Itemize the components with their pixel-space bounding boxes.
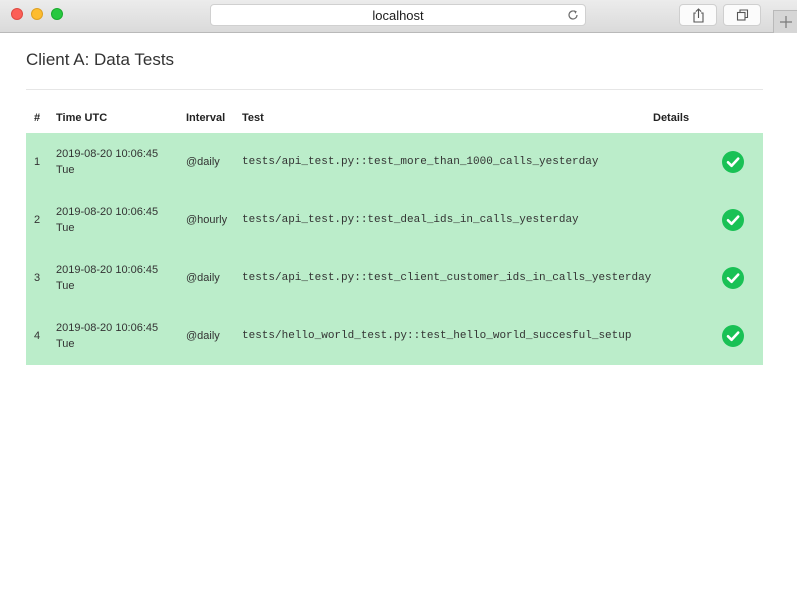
header-details: Details — [653, 112, 690, 124]
table-row: 4 2019-08-20 10:06:45 Tue @daily tests/h… — [26, 307, 763, 365]
tests-table: # Time UTC Interval Test Details 1 2019-… — [26, 103, 763, 365]
browser-toolbar: localhost — [0, 0, 797, 33]
page-title: Client A: Data Tests — [26, 50, 175, 69]
address-bar[interactable]: localhost — [210, 4, 586, 26]
row-number: 4 — [34, 330, 41, 342]
row-date: 2019-08-20 10:06:45 — [56, 322, 159, 334]
row-day: Tue — [56, 338, 75, 350]
row-interval: @daily — [186, 272, 220, 284]
row-test: tests/api_test.py::test_more_than_1000_c… — [242, 156, 599, 168]
divider — [26, 89, 763, 90]
row-number: 3 — [34, 272, 41, 284]
row-time: 2019-08-20 10:06:45 Tue — [56, 307, 186, 365]
row-details — [653, 191, 711, 249]
row-day: Tue — [56, 280, 75, 292]
tabs-icon — [736, 9, 749, 21]
table-header-row: # Time UTC Interval Test Details — [26, 103, 763, 133]
header-status — [711, 103, 763, 133]
header-time: Time UTC — [56, 112, 108, 124]
plus-icon — [780, 16, 792, 28]
row-time: 2019-08-20 10:06:45 Tue — [56, 249, 186, 307]
row-date: 2019-08-20 10:06:45 — [56, 206, 159, 218]
row-status — [711, 191, 763, 249]
header-num: # — [34, 112, 41, 124]
zoom-window-button[interactable] — [51, 8, 63, 20]
row-interval: @hourly — [186, 214, 228, 226]
address-text: localhost — [372, 8, 424, 23]
passed-check-icon — [722, 209, 744, 231]
row-status — [711, 249, 763, 307]
row-interval: @daily — [186, 156, 220, 168]
new-tab-button[interactable] — [773, 10, 797, 33]
table-row: 3 2019-08-20 10:06:45 Tue @daily tests/a… — [26, 249, 763, 307]
show-tabs-button[interactable] — [723, 4, 761, 26]
close-window-button[interactable] — [11, 8, 23, 20]
row-status — [711, 133, 763, 191]
row-date: 2019-08-20 10:06:45 — [56, 148, 159, 160]
row-number: 2 — [34, 214, 41, 226]
passed-check-icon — [722, 267, 744, 289]
table-row: 2 2019-08-20 10:06:45 Tue @hourly tests/… — [26, 191, 763, 249]
row-status — [711, 307, 763, 365]
row-test: tests/hello_world_test.py::test_hello_wo… — [242, 330, 632, 342]
row-details — [653, 249, 711, 307]
row-time: 2019-08-20 10:06:45 Tue — [56, 133, 186, 191]
header-interval: Interval — [186, 112, 226, 124]
passed-check-icon — [722, 325, 744, 347]
row-date: 2019-08-20 10:06:45 — [56, 264, 159, 276]
minimize-window-button[interactable] — [31, 8, 43, 20]
row-test: tests/api_test.py::test_client_customer_… — [242, 272, 652, 284]
table-row: 1 2019-08-20 10:06:45 Tue @daily tests/a… — [26, 133, 763, 191]
row-time: 2019-08-20 10:06:45 Tue — [56, 191, 186, 249]
row-interval: @daily — [186, 330, 220, 342]
passed-check-icon — [722, 151, 744, 173]
row-details — [653, 307, 711, 365]
row-number: 1 — [34, 156, 41, 168]
share-button[interactable] — [679, 4, 717, 26]
row-day: Tue — [56, 222, 75, 234]
row-details — [653, 133, 711, 191]
header-test: Test — [242, 112, 264, 124]
reload-icon[interactable] — [567, 9, 579, 21]
share-icon — [693, 8, 704, 23]
row-test: tests/api_test.py::test_deal_ids_in_call… — [242, 214, 579, 226]
row-day: Tue — [56, 164, 75, 176]
